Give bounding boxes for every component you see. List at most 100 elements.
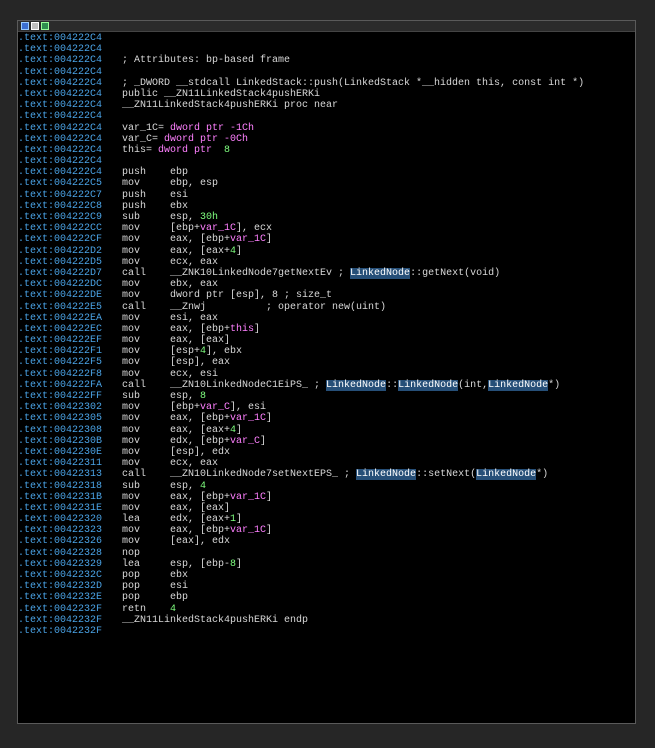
line-address: .text:00422329 (18, 558, 103, 570)
instruction-mnemonic: sub (122, 480, 141, 492)
listing-line[interactable]: .text:004222DC mov ebx, eax (18, 279, 635, 290)
listing-line[interactable]: .text:004222D7 call __ZNK10LinkedNode7getN… (18, 267, 635, 279)
listing-line[interactable]: .text:0042232C pop ebx (18, 570, 635, 581)
instruction-operands: eax, [ebp+var_1C] (170, 491, 273, 503)
instruction-mnemonic: pop (122, 581, 141, 593)
instruction-operands: eax, [eax] (170, 335, 231, 347)
listing-line[interactable]: .text:004222EA mov esi, eax (18, 313, 635, 324)
listing-line[interactable]: .text:0042232D pop esi (18, 581, 635, 592)
line-address: .text:0042232D (18, 581, 103, 593)
listing-line[interactable]: .text:004222D2 mov eax, [eax+4] (18, 246, 635, 257)
line-address: .text:004222EF (18, 335, 103, 347)
highlighted-symbol[interactable]: LinkedNode (398, 379, 459, 391)
instruction-mnemonic: call (122, 469, 147, 481)
listing-line[interactable]: .text:00422329 lea esp, [ebp-8] (18, 559, 635, 570)
line-address: .text:004222EC (18, 323, 103, 335)
listing-line[interactable]: .text:004222EC mov eax, [ebp+this] (18, 324, 635, 335)
instruction-operands: ebx, eax (170, 279, 219, 291)
listing-line[interactable]: .text:004222C9 sub esp, 30h (18, 212, 635, 223)
instruction-mnemonic: mov (122, 223, 141, 235)
instruction-mnemonic: mov (122, 458, 141, 470)
listing-line[interactable]: .text:004222C4 ; Attributes: bp-based fra… (18, 55, 635, 66)
listing-line[interactable]: .text:0042230E mov [esp], edx (18, 447, 635, 458)
listing-line[interactable]: .text:004222C4 public __ZN11LinkedStack4p… (18, 89, 635, 100)
line-address: .text:004222C7 (18, 189, 103, 201)
listing-line[interactable]: .text:004222C4 (18, 44, 635, 55)
listing-text: __ZN11LinkedStack4pushERKi endp (122, 614, 309, 626)
listing-line[interactable]: .text:004222C4 var_C= dword ptr -0Ch (18, 134, 635, 145)
listing-line[interactable]: .text:00422313 call __ZN10LinkedNode7setNe… (18, 469, 635, 481)
listing-line[interactable]: .text:004222C4 ; _DWORD __stdcall LinkedS… (18, 78, 635, 89)
listing-line[interactable]: .text:0042231B mov eax, [ebp+var_1C] (18, 492, 635, 503)
listing-line[interactable]: .text:004222C4 (18, 156, 635, 167)
hex-view-icon[interactable] (41, 22, 49, 30)
line-address: .text:00422313 (18, 469, 103, 481)
listing-line[interactable]: .text:004222FF sub esp, 8 (18, 391, 635, 402)
line-address: .text:0042232E (18, 592, 103, 604)
listing-line[interactable]: .text:004222C4 this= dword ptr 8 (18, 145, 635, 156)
listing-line[interactable]: .text:004222F8 mov ecx, esi (18, 369, 635, 380)
listing-line[interactable]: .text:00422305 mov eax, [ebp+var_1C] (18, 413, 635, 424)
highlighted-symbol[interactable]: LinkedNode (356, 469, 417, 481)
listing-line[interactable]: .text:004222CC mov [ebp+var_1C], ecx (18, 223, 635, 234)
listing-line[interactable]: .text:004222C4 (18, 67, 635, 78)
listing-line[interactable]: .text:004222C4 __ZN11LinkedStack4pushERKi… (18, 100, 635, 111)
listing-text: var_C= dword ptr -0Ch (122, 133, 249, 145)
instruction-mnemonic: mov (122, 234, 141, 246)
instruction-operands: 4 (170, 603, 177, 615)
instruction-mnemonic: mov (122, 357, 141, 369)
listing-line[interactable]: .text:00422302 mov [ebp+var_C], esi (18, 402, 635, 413)
line-address: .text:004222FF (18, 391, 103, 402)
listing-line[interactable]: .text:004222DE mov dword ptr [esp], 8 ; si… (18, 290, 635, 301)
highlighted-symbol[interactable]: LinkedNode (326, 379, 387, 391)
instruction-mnemonic: sub (122, 391, 141, 402)
highlighted-symbol[interactable]: LinkedNode (476, 469, 537, 481)
listing-line[interactable]: .text:004222C8 push ebx (18, 201, 635, 212)
listing-line[interactable]: .text:004222E5 call __Znwj ; operator new(… (18, 302, 635, 313)
assembly-listing[interactable]: .text:004222C4 .text:004222C4 .text:004222… (18, 32, 635, 637)
instruction-operands: edx, [ebp+var_C] (170, 435, 267, 447)
line-address: .text:004222C5 (18, 178, 103, 190)
instruction-operands: esp, 8 (170, 391, 207, 402)
listing-text: var_1C= dword ptr -1Ch (122, 122, 255, 134)
listing-line[interactable]: .text:004222F5 mov [esp], eax (18, 357, 635, 368)
listing-line[interactable]: .text:004222C4 (18, 111, 635, 122)
listing-line[interactable]: .text:004222C7 push esi (18, 190, 635, 201)
edit-icon[interactable] (31, 22, 39, 30)
listing-line[interactable]: .text:004222D5 mov ecx, eax (18, 257, 635, 268)
line-address: .text:00422320 (18, 514, 103, 526)
highlighted-symbol[interactable]: LinkedNode (350, 267, 411, 279)
listing-line[interactable]: .text:004222EF mov eax, [eax] (18, 335, 635, 346)
instruction-mnemonic: mov (122, 424, 141, 436)
instruction-mnemonic: mov (122, 279, 141, 291)
listing-line[interactable]: .text:0042232F __ZN11LinkedStack4pushERKi… (18, 615, 635, 626)
line-address: .text:004222C8 (18, 200, 103, 212)
instruction-mnemonic: push (122, 189, 147, 201)
listing-line[interactable]: .text:004222F1 mov [esp+4], ebx (18, 346, 635, 357)
listing-line[interactable]: .text:00422318 sub esp, 4 (18, 481, 635, 492)
highlighted-symbol[interactable]: LinkedNode (488, 379, 549, 391)
listing-line[interactable]: .text:0042230B mov edx, [ebp+var_C] (18, 436, 635, 447)
line-address: .text:0042231E (18, 502, 103, 514)
listing-line[interactable]: .text:004222C5 mov ebp, esp (18, 178, 635, 189)
instruction-mnemonic: mov (122, 312, 141, 324)
listing-line[interactable]: .text:00422308 mov eax, [eax+4] (18, 425, 635, 436)
instruction-mnemonic: lea (122, 514, 141, 526)
line-address: .text:004222F5 (18, 357, 103, 369)
listing-line[interactable]: .text:00422328 nop (18, 548, 635, 559)
listing-line[interactable]: .text:004222C4 (18, 33, 635, 44)
listing-line[interactable]: .text:00422320 lea edx, [eax+1] (18, 514, 635, 525)
graph-view-icon[interactable] (21, 22, 29, 30)
listing-line[interactable]: .text:0042232F retn 4 (18, 604, 635, 615)
listing-line[interactable]: .text:0042231E mov eax, [eax] (18, 503, 635, 514)
listing-line[interactable]: .text:004222C4 push ebp (18, 167, 635, 178)
listing-line[interactable]: .text:0042232F (18, 626, 635, 637)
listing-line[interactable]: .text:004222FA call __ZN10LinkedNodeC1EiPS… (18, 379, 635, 391)
listing-line[interactable]: .text:0042232E pop ebp (18, 592, 635, 603)
listing-line[interactable]: .text:00422311 mov ecx, eax (18, 458, 635, 469)
instruction-operands: [eax], edx (170, 536, 231, 548)
listing-line[interactable]: .text:00422323 mov eax, [ebp+var_1C] (18, 525, 635, 536)
listing-line[interactable]: .text:004222C4 var_1C= dword ptr -1Ch (18, 123, 635, 134)
listing-line[interactable]: .text:00422326 mov [eax], edx (18, 536, 635, 547)
listing-line[interactable]: .text:004222CF mov eax, [ebp+var_1C] (18, 234, 635, 245)
